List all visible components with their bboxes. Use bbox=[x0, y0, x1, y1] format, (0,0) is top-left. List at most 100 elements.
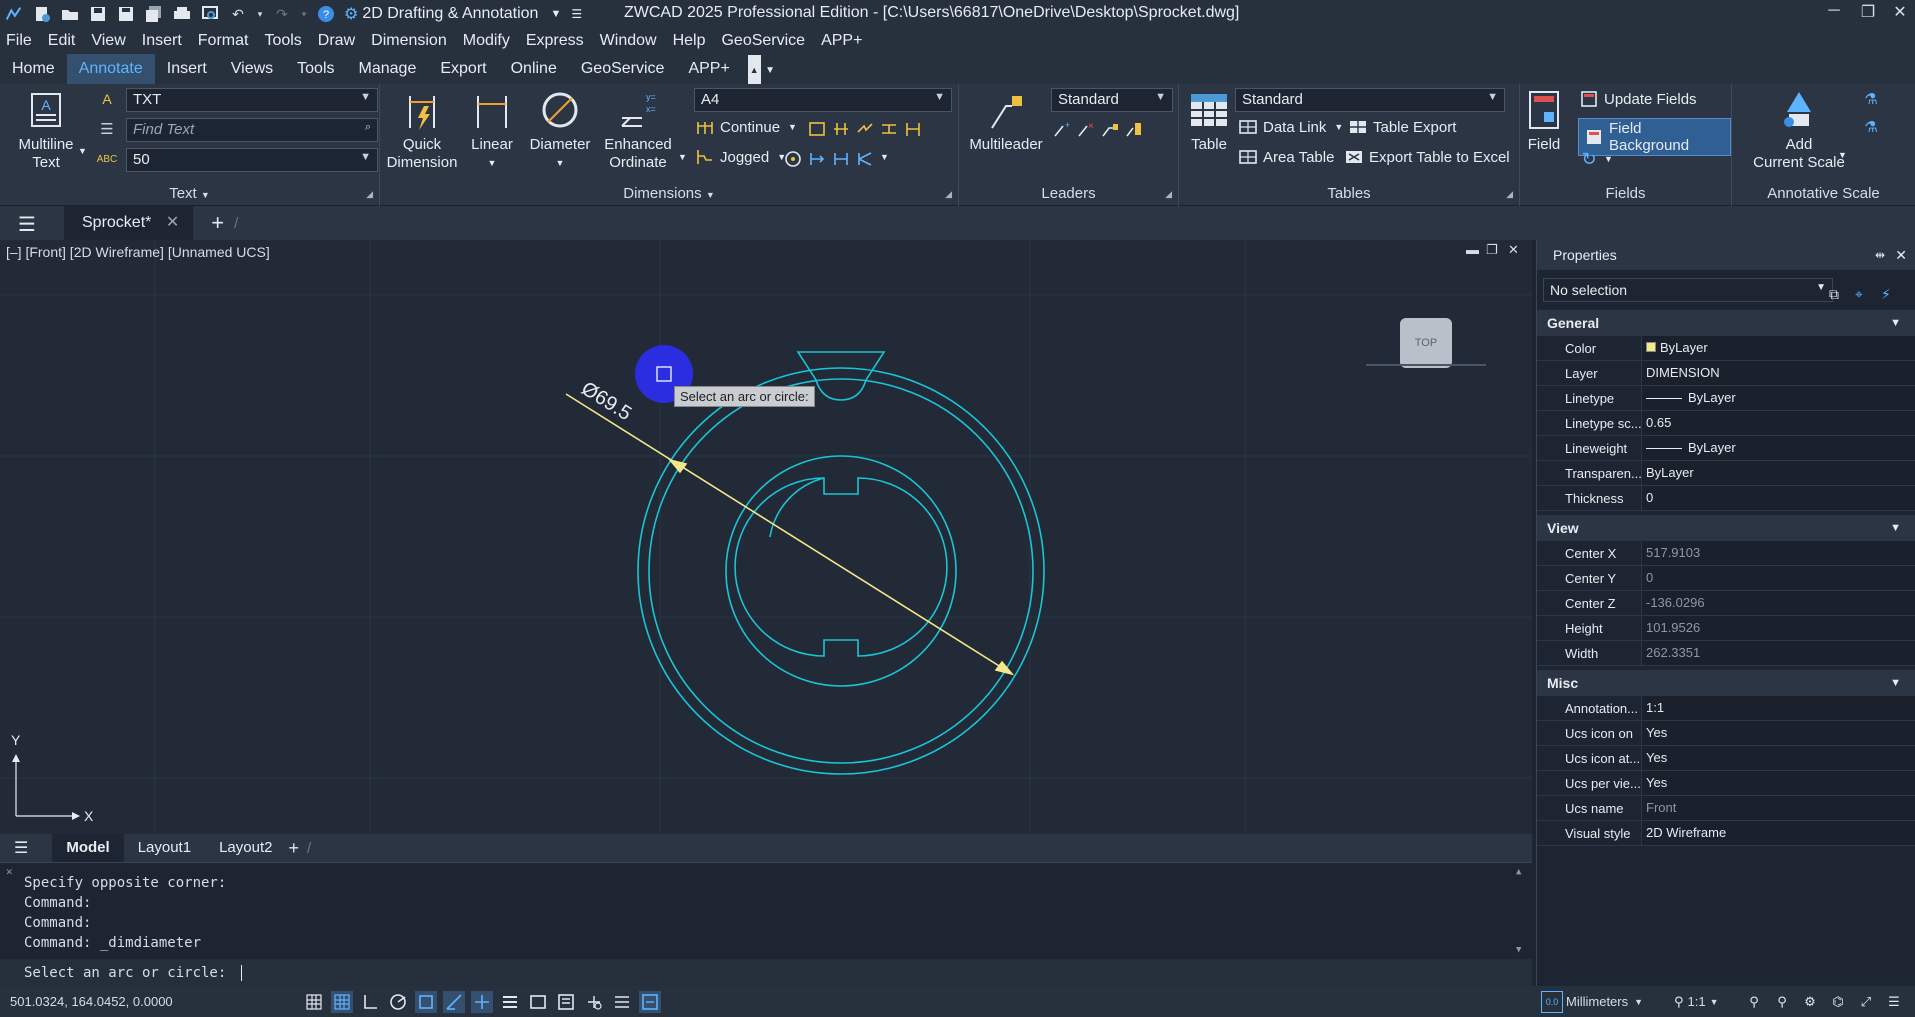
panel-annotative-scale-title[interactable]: Annotative Scale bbox=[1732, 182, 1915, 206]
menu-edit[interactable]: Edit bbox=[40, 32, 84, 50]
property-value[interactable]: Yes bbox=[1641, 746, 1915, 770]
panel-text-title[interactable]: Text ▼ ◢ bbox=[0, 182, 379, 206]
hardware-acceleration-icon[interactable]: ⌬ bbox=[1827, 991, 1849, 1013]
dimension-adjust-icon[interactable] bbox=[880, 120, 898, 138]
auto-scale-icon[interactable]: ⚲ bbox=[1771, 991, 1793, 1013]
chevron-down-icon[interactable]: ▼ bbox=[880, 152, 889, 162]
property-row[interactable]: Width 262.3351 bbox=[1537, 641, 1915, 666]
property-row[interactable]: Thickness 0 bbox=[1537, 486, 1915, 511]
tab-annotate[interactable]: Annotate bbox=[66, 54, 155, 84]
menu-dimension[interactable]: Dimension bbox=[363, 32, 455, 50]
property-value[interactable]: ByLayer bbox=[1641, 436, 1915, 460]
customization-menu-icon[interactable]: ☰ bbox=[1883, 991, 1905, 1013]
close-panel-icon[interactable]: ✕ bbox=[1895, 247, 1907, 264]
dynamic-input-icon[interactable] bbox=[471, 990, 493, 1013]
tab-home[interactable]: Home bbox=[0, 54, 67, 84]
model-space-icon[interactable] bbox=[527, 991, 549, 1013]
property-row[interactable]: Center Y 0 bbox=[1537, 566, 1915, 591]
diameter-dimension-text[interactable]: Ø69.5 bbox=[577, 378, 635, 426]
menu-tools[interactable]: Tools bbox=[256, 32, 309, 50]
jogged-button[interactable]: Jogged ▼ bbox=[696, 148, 786, 166]
layout-tab-layout1[interactable]: Layout1 bbox=[124, 834, 205, 862]
leader-style-select[interactable]: Standard ▼ bbox=[1051, 88, 1173, 112]
workspace-settings-icon[interactable]: ⚙ bbox=[1799, 991, 1821, 1013]
text-height-select[interactable]: 50 ▼ bbox=[126, 148, 378, 172]
selection-dropdown[interactable]: No selection ▼ bbox=[1543, 278, 1833, 302]
property-row[interactable]: Color ByLayer bbox=[1537, 336, 1915, 361]
property-row[interactable]: Center X 517.9103 bbox=[1537, 541, 1915, 566]
property-value[interactable]: ByLayer bbox=[1641, 461, 1915, 485]
menu-format[interactable]: Format bbox=[190, 32, 257, 50]
field-button[interactable]: Field bbox=[1526, 88, 1562, 154]
property-row[interactable]: Ucs icon on Yes bbox=[1537, 721, 1915, 746]
field-refresh-button[interactable]: ↻ ▼ bbox=[1580, 149, 1612, 169]
collapse-icon[interactable]: ▼ bbox=[1890, 515, 1901, 541]
dimension-space-icon[interactable] bbox=[832, 120, 850, 138]
object-snap-icon[interactable] bbox=[415, 990, 437, 1013]
quick-select-icon[interactable]: ⚡ bbox=[1881, 286, 1891, 303]
table-export-button[interactable]: Table Export bbox=[1349, 118, 1456, 136]
align-leaders-icon[interactable] bbox=[1101, 120, 1119, 138]
layout-tab-layout2[interactable]: Layout2 bbox=[205, 834, 286, 862]
hub-circle[interactable] bbox=[725, 455, 957, 687]
linear-button[interactable]: Linear ▼ bbox=[462, 88, 522, 172]
table-style-select[interactable]: Standard ▼ bbox=[1235, 88, 1505, 112]
collect-leaders-icon[interactable] bbox=[1125, 120, 1143, 138]
open-file-icon[interactable] bbox=[60, 4, 80, 24]
diameter-dimension-line[interactable] bbox=[565, 393, 1013, 675]
tab-tools[interactable]: Tools bbox=[285, 54, 346, 84]
update-fields-button[interactable]: Update Fields bbox=[1580, 90, 1697, 108]
menu-file[interactable]: File bbox=[0, 32, 40, 50]
property-row[interactable]: Height 101.9526 bbox=[1537, 616, 1915, 641]
property-value[interactable]: Yes bbox=[1641, 771, 1915, 795]
menu-app-plus[interactable]: APP+ bbox=[813, 32, 870, 50]
close-tab-icon[interactable]: ✕ bbox=[166, 214, 179, 231]
baseline-dimension-icon[interactable] bbox=[808, 120, 826, 138]
document-tab-sprocket[interactable]: Sprocket* ✕ bbox=[64, 206, 194, 240]
new-file-icon[interactable] bbox=[32, 4, 52, 24]
property-row[interactable]: Linetype ByLayer bbox=[1537, 386, 1915, 411]
undo-dropdown-icon[interactable]: ▾ bbox=[256, 4, 264, 24]
property-row[interactable]: Annotation... 1:1 bbox=[1537, 696, 1915, 721]
save-as-icon[interactable] bbox=[116, 4, 136, 24]
redo-icon[interactable]: ↷ bbox=[272, 4, 292, 24]
menu-help[interactable]: Help bbox=[665, 32, 714, 50]
new-tab-icon[interactable]: + bbox=[211, 210, 224, 236]
layout-tab-model[interactable]: Model bbox=[52, 834, 124, 862]
customize-toolbar-icon[interactable]: ☰ bbox=[571, 7, 582, 21]
tab-online[interactable]: Online bbox=[499, 54, 569, 84]
properties-section-general[interactable]: General ▼ bbox=[1537, 310, 1915, 336]
property-value[interactable]: ByLayer bbox=[1641, 386, 1915, 410]
units-selector[interactable]: 0.0 Millimeters ▼ bbox=[1538, 990, 1643, 1013]
app-logo-icon[interactable] bbox=[4, 4, 24, 24]
collapse-icon[interactable]: ▼ bbox=[1890, 670, 1901, 696]
tab-geoservice[interactable]: GeoService bbox=[569, 54, 677, 84]
collapse-icon[interactable]: ▼ bbox=[1890, 310, 1901, 336]
undo-icon[interactable]: ↶ bbox=[228, 4, 248, 24]
close-command-icon[interactable]: ✕ bbox=[6, 865, 13, 878]
ortho-icon[interactable] bbox=[359, 991, 381, 1013]
dimension-style-select[interactable]: A4 ▼ bbox=[694, 88, 952, 112]
panel-dimensions-title[interactable]: Dimensions ▼ ◢ bbox=[380, 182, 958, 206]
cursor-coordinates[interactable]: 501.0324, 164.0452, 0.0000 bbox=[10, 994, 300, 1009]
property-value[interactable]: 2D Wireframe bbox=[1641, 821, 1915, 845]
transparency-icon[interactable] bbox=[611, 991, 633, 1013]
viewcube[interactable]: TOP bbox=[1400, 318, 1452, 368]
chevron-down-icon[interactable]: ▼ bbox=[678, 152, 687, 162]
panel-launcher-icon[interactable]: ◢ bbox=[1506, 182, 1513, 206]
panel-launcher-icon[interactable]: ◢ bbox=[945, 182, 952, 206]
find-text-input[interactable]: Find Text ⌕ bbox=[126, 118, 378, 142]
print-icon[interactable] bbox=[172, 4, 192, 24]
dimension-break-icon[interactable] bbox=[856, 120, 874, 138]
tab-insert[interactable]: Insert bbox=[155, 54, 219, 84]
viewport-controls-label[interactable]: [–] [Front] [2D Wireframe] [Unnamed UCS] bbox=[6, 244, 270, 260]
viewport-restore-icon[interactable]: ❐ bbox=[1486, 242, 1498, 258]
property-value[interactable]: DIMENSION bbox=[1641, 361, 1915, 385]
selection-filter-icon[interactable] bbox=[639, 990, 661, 1013]
property-row[interactable]: Center Z -136.0296 bbox=[1537, 591, 1915, 616]
chevron-down-icon[interactable]: ▼ bbox=[78, 146, 87, 156]
panel-fields-title[interactable]: Fields bbox=[1520, 182, 1731, 206]
property-row[interactable]: Ucs name Front bbox=[1537, 796, 1915, 821]
help-icon[interactable]: ? bbox=[316, 4, 336, 24]
polar-tracking-icon[interactable] bbox=[387, 991, 409, 1013]
